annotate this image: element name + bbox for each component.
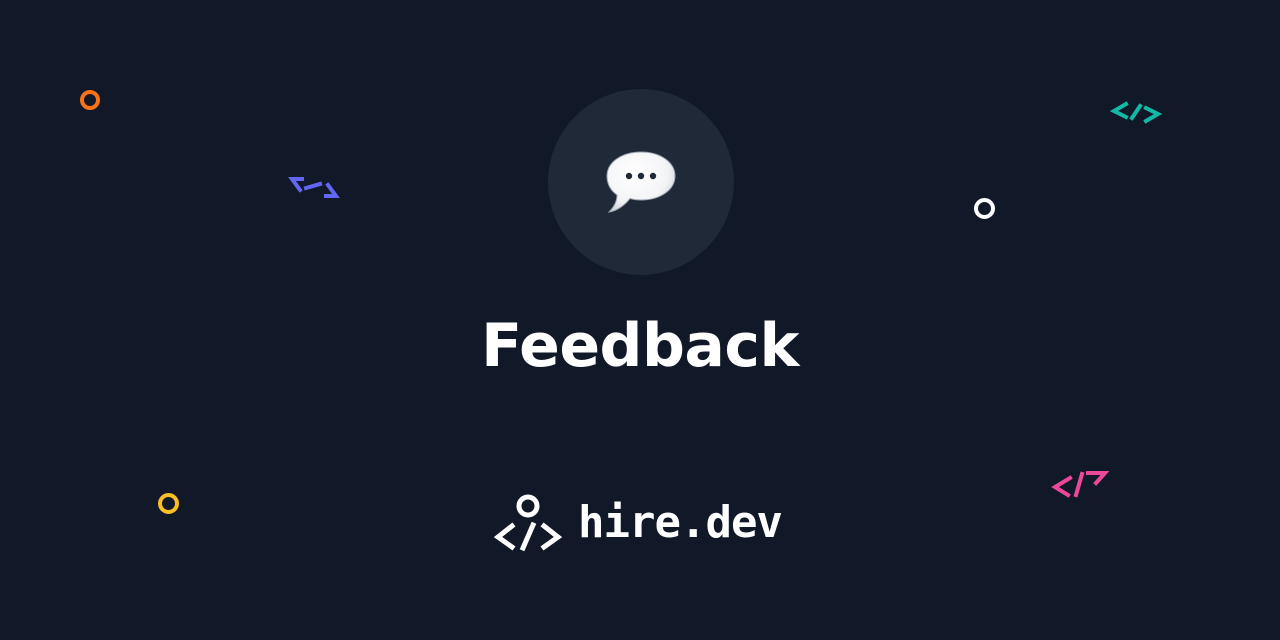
brand-name: hire.dev bbox=[578, 497, 783, 548]
speech-bubble-icon-circle bbox=[548, 89, 734, 275]
page-title: Feedback bbox=[481, 311, 799, 381]
hire-dev-logo-icon bbox=[494, 494, 562, 552]
white-ring-decoration bbox=[974, 198, 995, 219]
yellow-ring-decoration bbox=[158, 493, 179, 514]
pink-code-brackets-decoration bbox=[1051, 471, 1110, 498]
brand-logo-lockup: hire.dev bbox=[494, 492, 783, 554]
speech-bubble-icon bbox=[606, 151, 676, 213]
purple-code-brackets-decoration bbox=[288, 177, 340, 198]
teal-code-brackets-decoration bbox=[1110, 101, 1162, 124]
orange-ring-decoration bbox=[80, 90, 100, 110]
